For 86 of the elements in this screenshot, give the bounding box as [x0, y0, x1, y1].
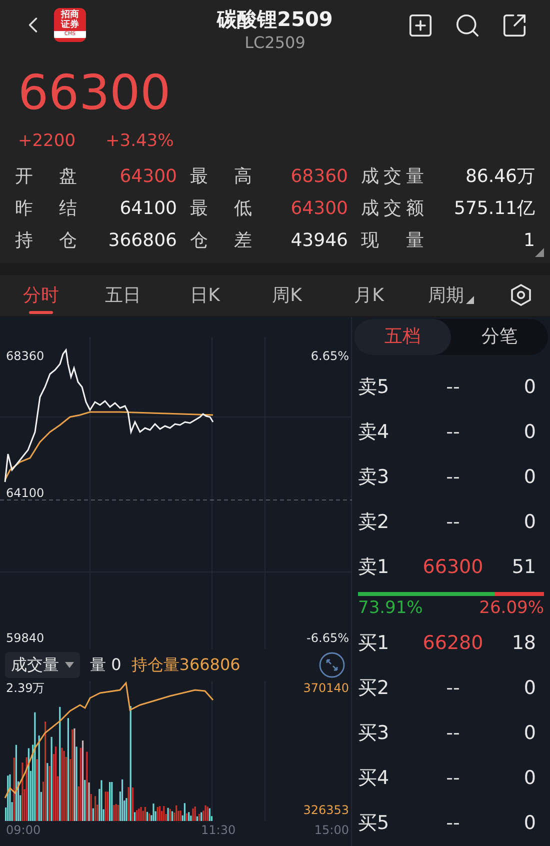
stat-value: 86.46万	[464, 165, 535, 190]
stat-label: 仓 差	[189, 229, 252, 254]
axis-open-interest-label: 326353	[303, 802, 349, 818]
order-level-label: 买5	[358, 811, 390, 836]
axis-percent-label: 6.65%	[310, 348, 349, 364]
stat-label: 成交额	[360, 197, 424, 222]
period-tab[interactable]: 五日	[105, 275, 141, 316]
order-volume: 0	[522, 374, 536, 400]
order-level-label: 买2	[358, 676, 390, 702]
stat-value: 1	[522, 229, 535, 254]
order-volume: 0	[522, 811, 536, 836]
expand-corner-icon[interactable]	[535, 248, 544, 258]
stat-value: 64300	[290, 197, 348, 222]
stat-label: 最 高	[189, 165, 252, 190]
order-level-label: 买1	[358, 631, 390, 656]
order-price: --	[445, 721, 461, 746]
order-volume: 18	[510, 631, 536, 656]
period-tab[interactable]: 周K	[272, 275, 302, 316]
stat-value: 366806	[107, 229, 177, 254]
contract-code: LC2509	[244, 32, 306, 54]
share-icon[interactable]	[501, 12, 528, 39]
order-level-label: 卖4	[358, 420, 390, 445]
price-change-percent: +3.43%	[106, 130, 174, 154]
period-tab[interactable]: 周期	[428, 275, 474, 316]
order-level-label: 卖2	[358, 510, 390, 535]
axis-price-label: 64100	[6, 484, 44, 502]
order-volume: 0	[522, 676, 536, 702]
settings-icon[interactable]	[509, 283, 533, 308]
order-level-label: 卖3	[358, 464, 390, 490]
period-tab[interactable]: 月K	[354, 275, 384, 316]
order-volume: 0	[522, 766, 536, 792]
logo-text: 招商	[61, 10, 79, 20]
axis-price-label: 68360	[6, 348, 44, 364]
order-price: 66300	[422, 554, 484, 580]
search-icon[interactable]	[454, 12, 481, 39]
order-level-label: 卖5	[358, 374, 390, 400]
order-price: --	[445, 420, 461, 445]
axis-price-label: 59840	[6, 630, 44, 646]
order-price: --	[445, 374, 461, 400]
order-book-tab[interactable]: 分笔	[451, 318, 548, 354]
order-volume: 0	[522, 420, 536, 445]
order-price: --	[445, 464, 461, 490]
volume-reading: 量 0	[90, 654, 122, 676]
order-level-label: 卖1	[358, 554, 390, 580]
stat-label: 成交量	[360, 165, 424, 190]
stat-value: 64300	[118, 165, 177, 190]
price-change: +2200	[18, 130, 76, 154]
add-icon[interactable]	[407, 12, 434, 39]
axis-volume-label: 2.39万	[6, 680, 45, 696]
period-tab[interactable]: 日K	[190, 275, 220, 316]
stat-value: 68360	[290, 165, 348, 190]
dropdown-caret-icon	[65, 662, 74, 668]
expand-icon[interactable]	[319, 652, 345, 678]
axis-percent-label: -6.65%	[306, 630, 349, 646]
order-price: --	[445, 510, 461, 535]
stat-label: 昨 结	[15, 197, 77, 222]
order-volume: 0	[522, 510, 536, 535]
sell-ratio: 26.09%	[479, 596, 544, 620]
last-price: 66300	[18, 65, 171, 122]
indicator-dropdown[interactable]: 成交量	[5, 652, 80, 678]
stat-label: 持 仓	[15, 229, 77, 254]
order-volume: 0	[522, 464, 536, 490]
stat-value: 64100	[118, 197, 177, 222]
buy-ratio: 73.91%	[358, 596, 423, 620]
order-level-label: 买3	[358, 721, 390, 746]
order-level-label: 买4	[358, 766, 390, 792]
period-tab[interactable]: 分时	[23, 275, 59, 316]
axis-open-interest-label: 370140	[303, 680, 349, 696]
order-volume: 0	[522, 721, 536, 746]
open-interest-reading: 持仓量366806	[131, 654, 240, 676]
contract-title: 碳酸锂2509	[217, 6, 333, 32]
order-book-tab[interactable]: 五档	[354, 318, 451, 354]
stat-value: 575.11亿	[453, 197, 535, 222]
order-price: 66280	[422, 631, 484, 656]
stat-value: 43946	[290, 229, 348, 254]
time-label: 15:00	[314, 822, 349, 838]
stat-label: 现 量	[360, 229, 424, 254]
logo-text: 证券	[61, 20, 79, 30]
stat-label: 最 低	[189, 197, 252, 222]
order-price: --	[445, 676, 461, 702]
time-label: 11:30	[201, 822, 237, 838]
stat-label: 开 盘	[15, 165, 77, 190]
order-volume: 51	[510, 554, 536, 580]
order-price: --	[445, 811, 461, 836]
order-price: --	[445, 766, 461, 792]
time-label: 09:00	[6, 822, 42, 838]
